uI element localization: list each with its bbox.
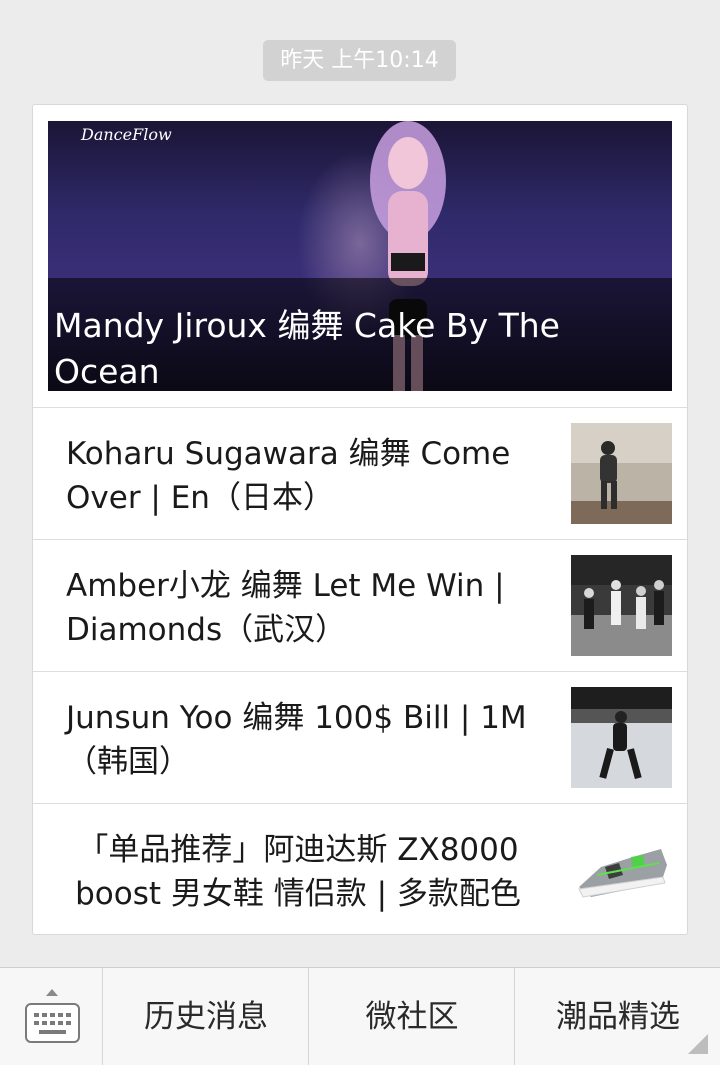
keyboard-icon bbox=[25, 1003, 80, 1043]
article-item[interactable]: 「单品推荐」阿迪达斯 ZX8000 boost 男女鞋 情侣款 | 多款配色 bbox=[33, 803, 687, 934]
hero-watermark: DanceFlow bbox=[81, 125, 172, 144]
article-title: Amber小龙 编舞 Let Me Win | Diamonds（武汉） bbox=[66, 568, 505, 648]
bottom-menu-bar: 历史消息 微社区 潮品精选 bbox=[0, 967, 720, 1065]
article-title: Junsun Yoo 编舞 100$ Bill | 1M（韩国） bbox=[66, 700, 527, 780]
article-thumbnail bbox=[571, 555, 672, 656]
article-thumbnail bbox=[571, 423, 672, 524]
article-thumbnail bbox=[571, 819, 672, 920]
menu-history-messages[interactable]: 历史消息 bbox=[104, 968, 309, 1065]
article-title: Koharu Sugawara 编舞 Come Over | En（日本） bbox=[66, 436, 511, 516]
message-timestamp: 昨天 上午10:14 bbox=[263, 40, 456, 81]
article-item[interactable]: Amber小龙 编舞 Let Me Win | Diamonds（武汉） bbox=[33, 539, 687, 671]
article-item[interactable]: Koharu Sugawara 编舞 Come Over | En（日本） bbox=[33, 407, 687, 539]
hero-article[interactable]: DanceFlow Mandy Jiroux 编舞 Cake By The Oc… bbox=[48, 121, 672, 391]
article-item[interactable]: Junsun Yoo 编舞 100$ Bill | 1M（韩国） bbox=[33, 671, 687, 803]
submenu-indicator-icon bbox=[688, 1034, 708, 1054]
article-title: 「单品推荐」阿迪达斯 ZX8000 boost 男女鞋 情侣款 | 多款配色 bbox=[75, 832, 521, 912]
article-thumbnail bbox=[571, 687, 672, 788]
article-card: DanceFlow Mandy Jiroux 编舞 Cake By The Oc… bbox=[32, 104, 688, 935]
caret-up-icon bbox=[46, 989, 58, 996]
menu-micro-community[interactable]: 微社区 bbox=[310, 968, 515, 1065]
hero-title: Mandy Jiroux 编舞 Cake By The Ocean bbox=[54, 306, 560, 391]
keyboard-toggle-button[interactable] bbox=[0, 968, 103, 1065]
